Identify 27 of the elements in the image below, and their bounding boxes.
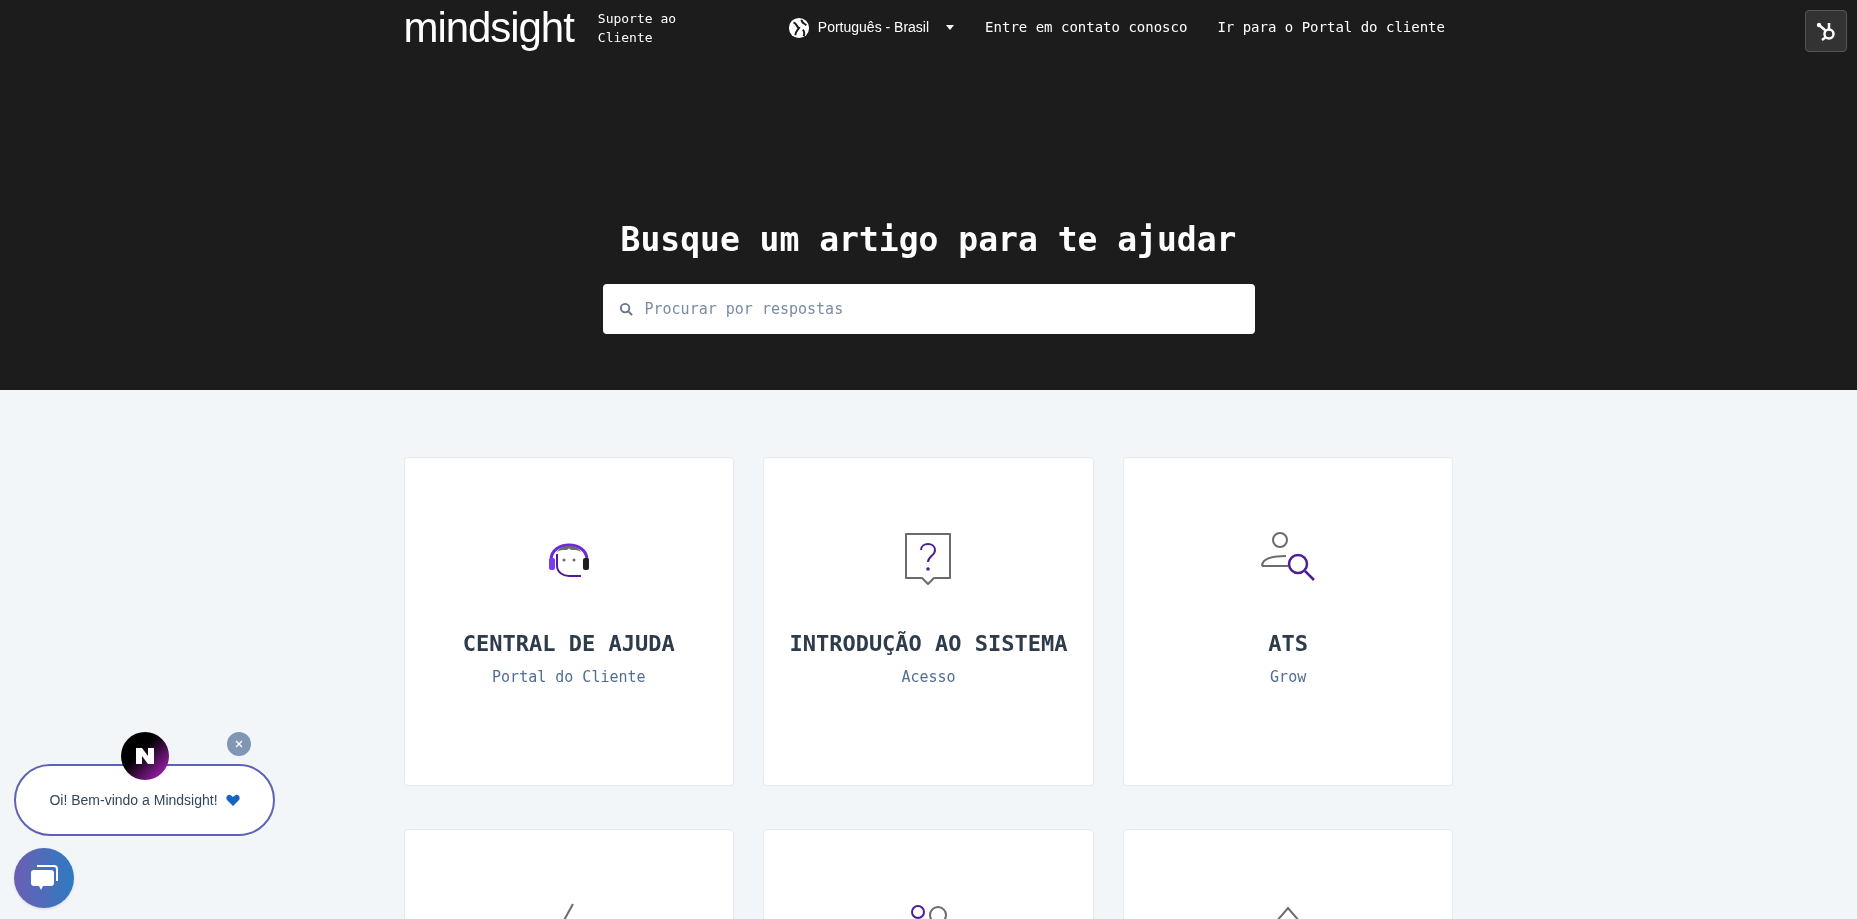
card-subtitle: Grow [1270, 667, 1307, 688]
nav-link[interactable]: Entre em contato conosco [985, 17, 1188, 38]
card-subtitle: Portal do Cliente [492, 667, 646, 688]
hubspot-button[interactable] [1805, 10, 1847, 52]
hero-title: Busque um artigo para te ajudar [619, 219, 1238, 261]
close-button[interactable] [227, 732, 251, 756]
card-subtitle: Acesso [901, 667, 956, 688]
card-title: INTRODUÇÃO AO SISTEMA [789, 630, 1068, 658]
category-card[interactable]: CENTRAL DE AJUDA Portal do Cliente [403, 457, 735, 786]
category-card[interactable]: ATS Grow [1122, 457, 1454, 786]
heart-icon [225, 793, 240, 807]
language-selector[interactable]: Português - Brasil [787, 16, 956, 39]
nav-link[interactable]: Ir para o Portal do cliente [1217, 17, 1445, 38]
logo[interactable]: mindsight [403, 6, 574, 49]
chat-greeting-bubble[interactable]: Oi! Bem-vindo a Mindsight! [14, 764, 275, 836]
card-title: CENTRAL DE AJUDA [462, 630, 675, 658]
logo-mark-icon [134, 746, 156, 766]
category-card[interactable]: INTRODUÇÃO AO SISTEMA Acesso [763, 457, 1094, 786]
globe-icon [787, 16, 810, 39]
chat-launcher-button[interactable] [14, 848, 74, 908]
search-icon [618, 302, 634, 317]
chat-greeting-text: Oi! Bem-vindo a Mindsight! [49, 790, 218, 810]
close-icon [234, 739, 244, 749]
caret-icon [945, 24, 956, 31]
site-subtitle: Suporte ao Cliente [597, 9, 678, 47]
search-field[interactable]: Procurar por respostas [602, 284, 1255, 334]
card-title: ATS [1268, 630, 1309, 658]
